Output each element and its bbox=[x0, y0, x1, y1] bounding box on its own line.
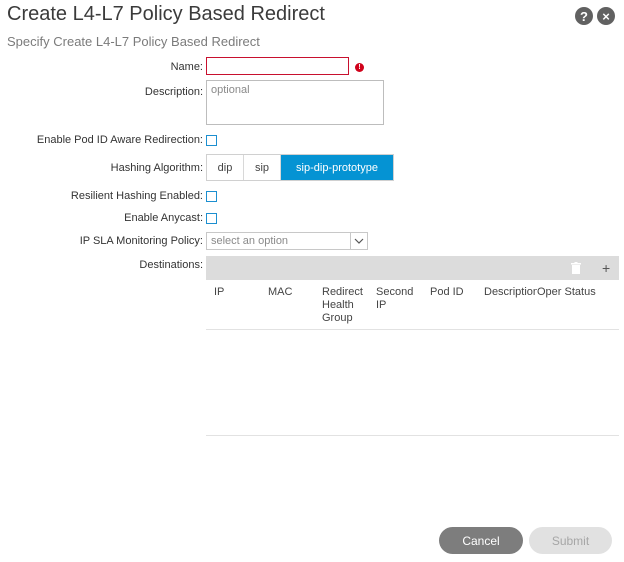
dialog-subtitle: Specify Create L4-L7 Policy Based Redire… bbox=[7, 34, 260, 49]
cancel-button[interactable]: Cancel bbox=[439, 527, 523, 554]
pod-aware-checkbox[interactable] bbox=[206, 135, 217, 146]
chevron-down-icon[interactable] bbox=[350, 233, 367, 249]
anycast-checkbox[interactable] bbox=[206, 213, 217, 224]
required-error-icon: ! bbox=[355, 63, 364, 72]
dialog-title: Create L4-L7 Policy Based Redirect bbox=[7, 3, 325, 25]
table-header-divider bbox=[206, 329, 619, 330]
table-bottom-divider bbox=[206, 435, 619, 436]
column-header-mac[interactable]: MAC bbox=[268, 286, 292, 299]
anycast-label: Enable Anycast: bbox=[124, 212, 203, 224]
hashing-option-sip-dip-prototype[interactable]: sip-dip-prototype bbox=[281, 155, 393, 180]
description-textarea[interactable]: optional bbox=[206, 80, 384, 125]
hashing-algorithm-selector: dip sip sip-dip-prototype bbox=[206, 154, 394, 181]
question-icon: ? bbox=[580, 8, 588, 24]
ip-sla-select[interactable]: select an option bbox=[206, 232, 368, 250]
help-button[interactable]: ? bbox=[575, 7, 593, 25]
column-header-second-ip[interactable]: Second IP bbox=[376, 286, 416, 312]
close-button[interactable]: × bbox=[597, 7, 615, 25]
name-input[interactable] bbox=[206, 57, 349, 75]
ip-sla-label: IP SLA Monitoring Policy: bbox=[79, 235, 203, 247]
submit-button[interactable]: Submit bbox=[529, 527, 612, 554]
hashing-algorithm-label: Hashing Algorithm: bbox=[110, 162, 203, 174]
description-label: Description: bbox=[144, 86, 203, 98]
column-header-pod-id[interactable]: Pod ID bbox=[430, 286, 464, 299]
pod-aware-label: Enable Pod ID Aware Redirection: bbox=[36, 134, 203, 146]
resilient-hashing-label: Resilient Hashing Enabled: bbox=[70, 190, 203, 202]
hashing-option-sip[interactable]: sip bbox=[244, 155, 281, 180]
trash-icon[interactable] bbox=[571, 259, 581, 278]
ip-sla-select-placeholder: select an option bbox=[211, 235, 289, 247]
column-header-description[interactable]: Description bbox=[484, 286, 537, 299]
column-header-oper-status[interactable]: Oper Status bbox=[537, 286, 596, 299]
resilient-hashing-checkbox[interactable] bbox=[206, 191, 217, 202]
column-header-redirect-health-group[interactable]: Redirect Health Group bbox=[322, 286, 363, 325]
column-header-ip[interactable]: IP bbox=[214, 286, 224, 299]
destinations-toolbar: + bbox=[206, 256, 619, 280]
close-icon: × bbox=[602, 8, 610, 24]
hashing-option-dip[interactable]: dip bbox=[207, 155, 244, 180]
plus-icon[interactable]: + bbox=[602, 259, 610, 277]
destinations-label: Destinations: bbox=[139, 259, 203, 271]
name-label: Name: bbox=[170, 61, 203, 73]
